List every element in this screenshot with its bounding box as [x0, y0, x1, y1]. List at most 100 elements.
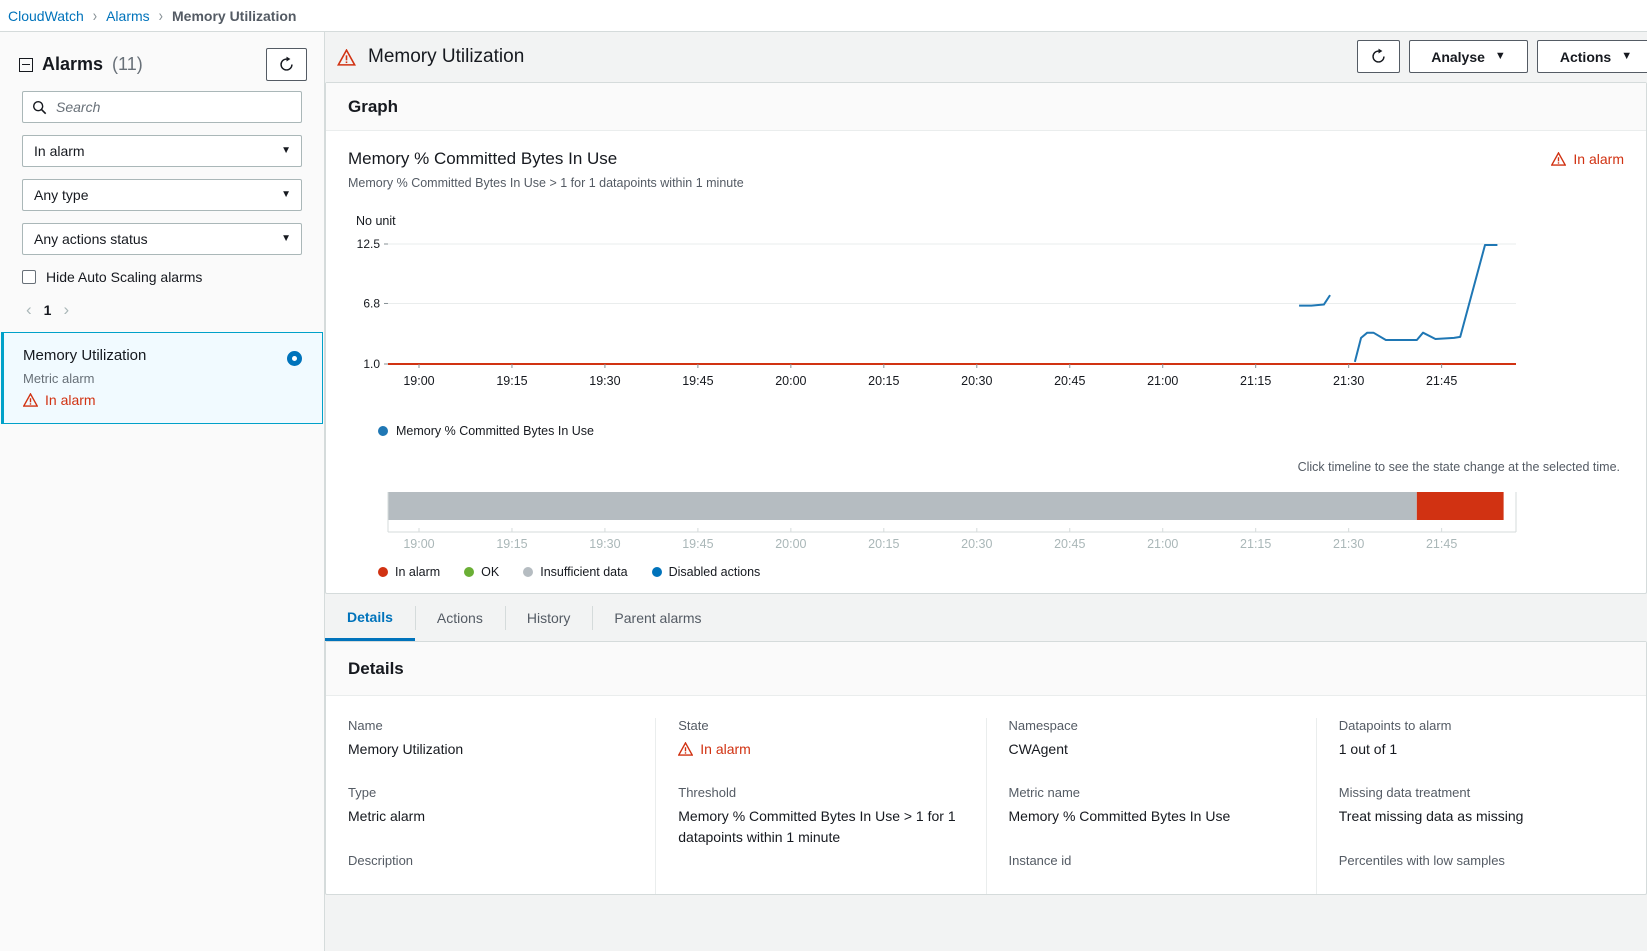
alarm-timeline[interactable]: 19:00 19:15 19:30 19:45 20:00 20:15 20:30 20:45…: [348, 484, 1624, 559]
svg-text:21:30: 21:30: [1333, 537, 1364, 551]
actions-button-label: Actions: [1559, 48, 1612, 65]
breadcrumb-item-current: Memory Utilization: [172, 7, 297, 24]
chart-svg: 1.0 6.8 12.5 19:00 19:15 19:30 19:45 20:00 20:15…: [357, 237, 1516, 388]
search-icon: [32, 100, 47, 114]
search-input[interactable]: Search: [22, 91, 302, 123]
timeline-legend-item-disabled-actions: Disabled actions: [651, 565, 760, 579]
chart-unit-label: No unit: [356, 214, 396, 228]
svg-text:21:00: 21:00: [1147, 537, 1178, 551]
tab-actions[interactable]: Actions: [414, 595, 505, 641]
legend-color-swatch: [651, 567, 662, 577]
svg-text:1.0: 1.0: [363, 357, 380, 371]
svg-text:21:45: 21:45: [1426, 537, 1457, 551]
hide-autoscaling-label: Hide Auto Scaling alarms: [46, 269, 203, 285]
alarms-sidebar: Alarms (11) Search In alarm ▼ Any type ▼…: [0, 31, 325, 951]
timeline-svg[interactable]: 19:00 19:15 19:30 19:45 20:00 20:15 20:30 20:45…: [348, 484, 1518, 559]
refresh-icon: [1372, 48, 1385, 63]
pagination-prev-icon[interactable]: ‹: [26, 301, 32, 318]
timeline-legend-item-insufficient-data: Insufficient data: [523, 565, 628, 579]
chevron-down-icon: ▼: [281, 189, 291, 200]
legend-color-swatch: [464, 567, 475, 577]
type-filter-value: Any type: [34, 187, 89, 203]
alarm-item-radio-selected[interactable]: [287, 351, 302, 366]
detail-value: 1 out of 1: [1338, 741, 1398, 757]
pagination-page-1[interactable]: 1: [44, 302, 52, 318]
detail-label: Metric name: [1008, 785, 1081, 801]
breadcrumb-separator: ›: [158, 6, 163, 25]
pagination-next-icon[interactable]: ›: [63, 301, 69, 318]
sidebar-alarm-count: (11): [112, 54, 143, 74]
details-column-3: Namespace CWAgent Metric name Memory % C…: [985, 718, 1316, 894]
analyse-button[interactable]: Analyse ▼: [1409, 40, 1528, 73]
graph-card-title: Graph: [326, 83, 1646, 131]
details-column-4: Datapoints to alarm 1 out of 1 Missing d…: [1315, 718, 1646, 894]
tab-parent-alarms[interactable]: Parent alarms: [592, 595, 723, 641]
detail-field-missing-data-treatment: Missing data treatment Treat missing dat…: [1339, 785, 1624, 826]
timeline-legend-item-ok: OK: [464, 565, 499, 579]
refresh-alarms-button[interactable]: [266, 48, 307, 81]
svg-text:19:00: 19:00: [403, 374, 434, 388]
graph-metric-subtitle: Memory % Committed Bytes In Use > 1 for …: [348, 176, 744, 190]
svg-text:20:45: 20:45: [1054, 537, 1085, 551]
svg-text:20:30: 20:30: [961, 374, 992, 388]
collapse-panel-icon[interactable]: [19, 57, 33, 72]
timeline-legend: In alarm OK Insufficient data Disabled a…: [348, 565, 1624, 579]
svg-text:20:15: 20:15: [868, 374, 899, 388]
metric-chart[interactable]: No unit 1.0 6.8 12.5 19:00 19:15 19:30 19:45 20…: [348, 214, 1624, 416]
svg-text:6.8: 6.8: [363, 296, 380, 310]
detail-field-percentiles: Percentiles with low samples: [1339, 853, 1624, 868]
page-title-text: Memory Utilization: [368, 46, 525, 67]
chevron-down-icon: ▼: [1621, 50, 1633, 62]
detail-field-metric-name: Metric name Memory % Committed Bytes In …: [1009, 785, 1294, 826]
timeline-legend-label-1: OK: [481, 565, 500, 579]
legend-color-swatch: [523, 567, 534, 577]
tab-history[interactable]: History: [504, 595, 593, 641]
svg-text:21:15: 21:15: [1240, 374, 1271, 388]
tab-details[interactable]: Details: [325, 595, 415, 641]
timeline-legend-item-in-alarm: In alarm: [378, 565, 440, 579]
detail-tabs: Details Actions History Parent alarms: [325, 594, 1647, 641]
svg-text:21:00: 21:00: [1147, 374, 1178, 388]
detail-label: Missing data treatment: [1338, 785, 1471, 801]
svg-text:19:00: 19:00: [403, 537, 434, 551]
graph-metric-title: Memory % Committed Bytes In Use: [348, 149, 618, 168]
tab-details-label: Details: [347, 608, 393, 625]
hide-autoscaling-checkbox[interactable]: [22, 270, 36, 284]
svg-text:21:45: 21:45: [1426, 374, 1457, 388]
legend-color-swatch: [378, 567, 388, 577]
page-header: Memory Utilization Analyse ▼ Actions ▼: [325, 32, 1647, 82]
alarm-item-state: In alarm: [23, 392, 305, 408]
svg-text:20:45: 20:45: [1054, 374, 1085, 388]
sidebar-header: Alarms (11): [0, 32, 324, 91]
timeline-legend-label-2: Insufficient data: [540, 565, 628, 579]
detail-value: Memory Utilization: [348, 741, 464, 757]
sidebar-alarm-item-memory-utilization[interactable]: Memory Utilization Metric alarm In alarm: [1, 332, 323, 424]
state-filter-select[interactable]: In alarm ▼: [22, 135, 302, 167]
svg-text:19:15: 19:15: [496, 537, 527, 551]
graph-card: Graph Memory % Committed Bytes In Use Me…: [325, 82, 1647, 594]
svg-text:20:00: 20:00: [775, 537, 806, 551]
actions-button[interactable]: Actions ▼: [1537, 40, 1647, 73]
refresh-button[interactable]: [1357, 40, 1400, 73]
svg-text:19:30: 19:30: [589, 374, 620, 388]
detail-field-datapoints-to-alarm: Datapoints to alarm 1 out of 1: [1339, 718, 1624, 759]
sidebar-title: Alarms: [42, 54, 104, 74]
chevron-down-icon: ▼: [281, 233, 291, 244]
breadcrumb-item-cloudwatch[interactable]: CloudWatch: [8, 8, 84, 24]
graph-body: Memory % Committed Bytes In Use Memory %…: [326, 131, 1646, 593]
refresh-icon: [280, 56, 293, 71]
svg-text:21:15: 21:15: [1240, 537, 1271, 551]
graph-alarm-state-label: In alarm: [1573, 151, 1624, 167]
detail-state-label: In alarm: [700, 741, 751, 757]
breadcrumb-item-alarms[interactable]: Alarms: [106, 8, 150, 24]
main-content: Memory Utilization Analyse ▼ Actions ▼ G…: [325, 31, 1647, 951]
type-filter-select[interactable]: Any type ▼: [22, 179, 302, 211]
hide-autoscaling-checkbox-row[interactable]: Hide Auto Scaling alarms: [22, 269, 302, 285]
breadcrumb-separator: ›: [92, 6, 98, 25]
actions-status-filter-select[interactable]: Any actions status ▼: [22, 223, 302, 255]
detail-field-type: Type Metric alarm: [348, 785, 633, 826]
breadcrumb: CloudWatch › Alarms › Memory Utilization: [0, 0, 1647, 31]
detail-label: State: [678, 718, 709, 733]
svg-text:20:15: 20:15: [868, 537, 899, 551]
detail-label: Instance id: [1008, 852, 1072, 868]
